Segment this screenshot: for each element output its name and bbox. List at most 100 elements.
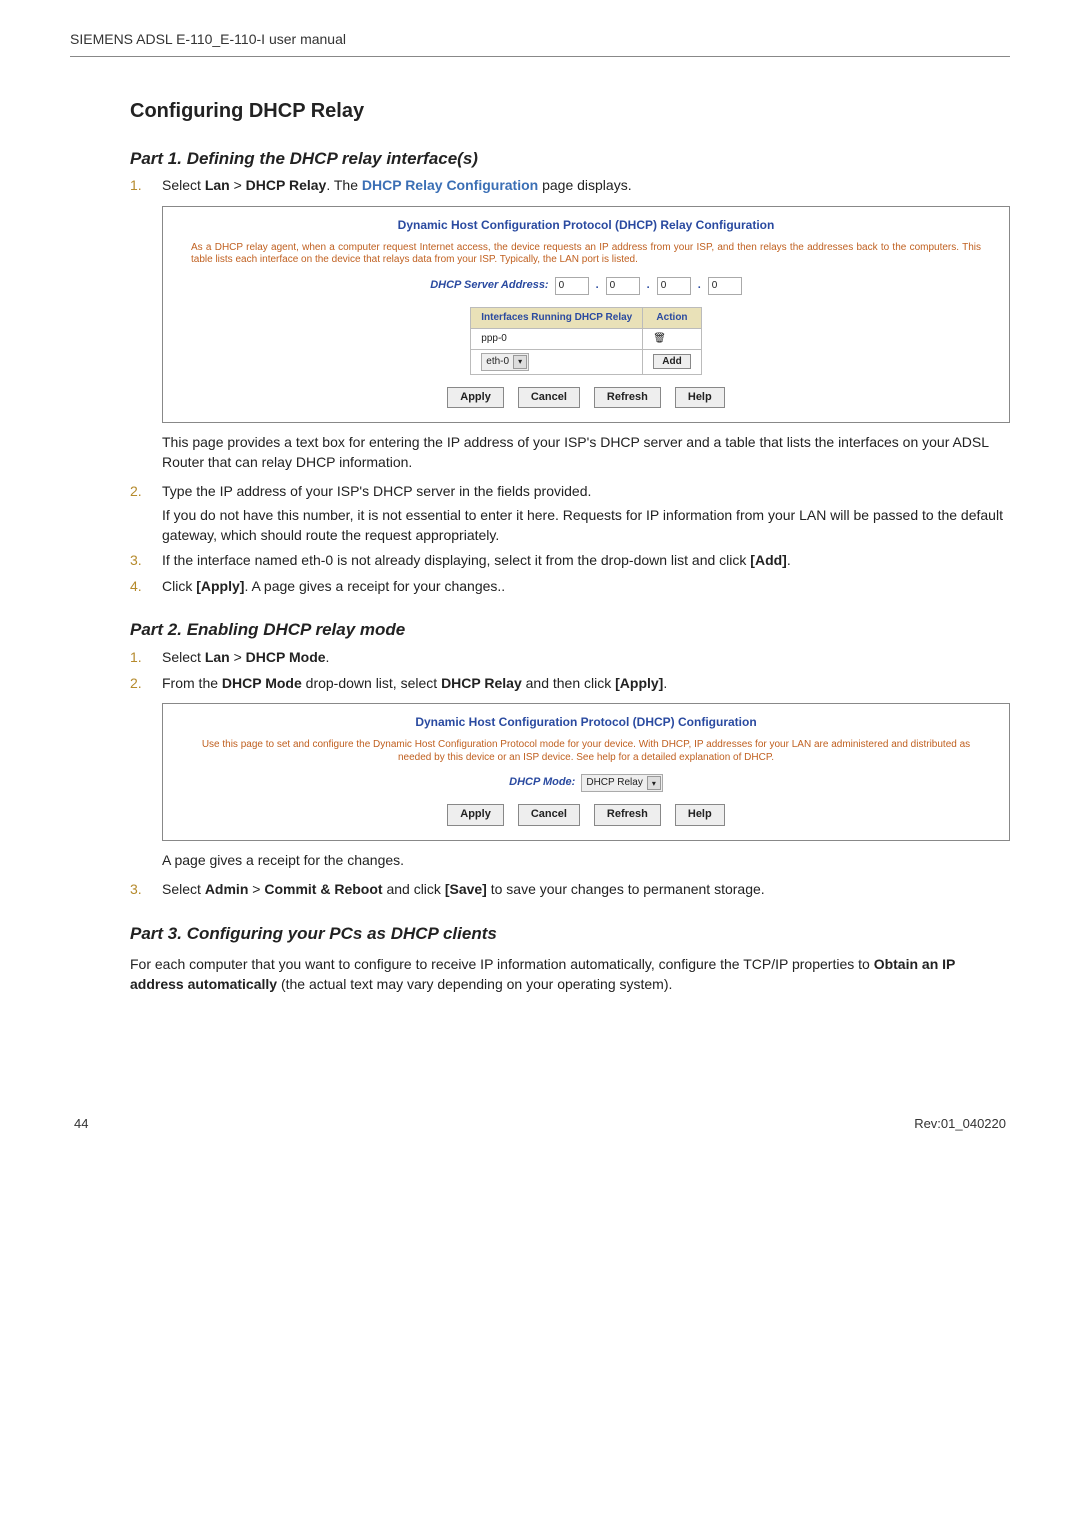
ip-octet-input[interactable]: 0 (606, 277, 640, 295)
apply-button[interactable]: Apply (447, 387, 504, 408)
button-row: Apply Cancel Refresh Help (171, 387, 1001, 408)
action-cell: 🗑 (643, 328, 701, 349)
interface-select[interactable]: eth-0 ▾ (481, 353, 529, 371)
mode-label: DHCP Mode: (509, 775, 575, 790)
p1-step4: 4. Click [Apply]. A page gives a receipt… (130, 577, 1010, 597)
t: Commit & Reboot (264, 881, 382, 897)
dot: . (646, 278, 651, 293)
select-value: eth-0 (486, 355, 509, 369)
button-row: Apply Cancel Refresh Help (171, 804, 1001, 825)
link-text: DHCP Relay Configuration (362, 177, 538, 193)
t: > (248, 881, 264, 897)
t: Type the IP address of your ISP's DHCP s… (162, 483, 591, 499)
ip-octet-input[interactable]: 0 (657, 277, 691, 295)
t: Lan (205, 649, 230, 665)
p2-step3: 3. Select Admin > Commit & Reboot and cl… (130, 880, 1010, 900)
dot: . (595, 278, 600, 293)
p1-after-fig: This page provides a text box for enteri… (162, 433, 1010, 472)
step-number: 1. (130, 648, 162, 668)
p2-step1: 1. Select Lan > DHCP Mode. (130, 648, 1010, 668)
p1-step1: 1. Select Lan > DHCP Relay. The DHCP Rel… (130, 176, 1010, 196)
t: [Add] (750, 552, 787, 568)
fig-title: Dynamic Host Configuration Protocol (DHC… (171, 217, 1001, 234)
step-text: Select Lan > DHCP Relay. The DHCP Relay … (162, 176, 1010, 196)
step-number: 2. (130, 674, 162, 694)
t: (the actual text may vary depending on y… (277, 976, 672, 992)
step-number: 1. (130, 176, 162, 196)
p1-step2: 2. Type the IP address of your ISP's DHC… (130, 482, 1010, 545)
cancel-button[interactable]: Cancel (518, 804, 580, 825)
server-address-label: DHCP Server Address: (430, 278, 548, 293)
table-row: ppp-0 🗑 (471, 328, 701, 349)
t: If the interface named eth-0 is not alre… (162, 552, 750, 568)
step-number: 2. (130, 482, 162, 545)
step-text: Type the IP address of your ISP's DHCP s… (162, 482, 1010, 545)
part3-heading: Part 3. Configuring your PCs as DHCP cli… (130, 922, 1010, 946)
refresh-button[interactable]: Refresh (594, 387, 661, 408)
t: and click (383, 881, 445, 897)
step-text: Select Lan > DHCP Mode. (162, 648, 1010, 668)
page-number: 44 (74, 1115, 88, 1133)
t: drop-down list, select (302, 675, 441, 691)
p2-step2: 2. From the DHCP Mode drop-down list, se… (130, 674, 1010, 694)
server-address-row: DHCP Server Address: 0. 0. 0. 0 (171, 277, 1001, 295)
ip-octet-input[interactable]: 0 (555, 277, 589, 295)
t: Select (162, 881, 205, 897)
t: . The (326, 177, 362, 193)
step-text: From the DHCP Mode drop-down list, selec… (162, 674, 1010, 694)
step-number: 3. (130, 551, 162, 571)
step-text: Click [Apply]. A page gives a receipt fo… (162, 577, 1010, 597)
apply-button[interactable]: Apply (447, 804, 504, 825)
help-button[interactable]: Help (675, 387, 725, 408)
t: > (230, 649, 246, 665)
revision: Rev:01_040220 (914, 1115, 1006, 1133)
t: If you do not have this number, it is no… (162, 506, 1010, 545)
part3-para: For each computer that you want to confi… (130, 955, 1010, 994)
iface-cell: ppp-0 (471, 328, 643, 349)
chevron-down-icon: ▾ (647, 776, 661, 790)
t: [Apply] (196, 578, 244, 594)
t: page displays. (538, 177, 631, 193)
p1-step3: 3. If the interface named eth-0 is not a… (130, 551, 1010, 571)
part2-heading: Part 2. Enabling DHCP relay mode (130, 618, 1010, 642)
th-interfaces: Interfaces Running DHCP Relay (471, 307, 643, 328)
section-title: Configuring DHCP Relay (130, 97, 1010, 125)
help-button[interactable]: Help (675, 804, 725, 825)
step-text: Select Admin > Commit & Reboot and click… (162, 880, 1010, 900)
dhcp-mode-select[interactable]: DHCP Relay ▾ (581, 774, 663, 792)
fig-title: Dynamic Host Configuration Protocol (DHC… (171, 714, 1001, 731)
th-action: Action (643, 307, 701, 328)
dhcp-relay-figure: Dynamic Host Configuration Protocol (DHC… (162, 206, 1010, 423)
t: Click (162, 578, 196, 594)
t: . (787, 552, 791, 568)
chevron-down-icon: ▾ (513, 355, 527, 369)
t: Lan (205, 177, 230, 193)
t: For each computer that you want to confi… (130, 956, 874, 972)
add-button[interactable]: Add (653, 354, 690, 369)
t: [Apply] (615, 675, 663, 691)
mode-row: DHCP Mode: DHCP Relay ▾ (171, 774, 1001, 792)
t: to save your changes to permanent storag… (487, 881, 765, 897)
cancel-button[interactable]: Cancel (518, 387, 580, 408)
t: and then click (522, 675, 615, 691)
fig-desc: As a DHCP relay agent, when a computer r… (191, 242, 981, 267)
refresh-button[interactable]: Refresh (594, 804, 661, 825)
action-cell: Add (643, 349, 701, 374)
t: . A page gives a receipt for your change… (244, 578, 505, 594)
t: . (663, 675, 667, 691)
doc-header: SIEMENS ADSL E-110_E-110-I user manual (70, 30, 1010, 57)
t: Admin (205, 881, 249, 897)
t: DHCP Mode (246, 649, 326, 665)
t: . (326, 649, 330, 665)
p2-after-fig: A page gives a receipt for the changes. (162, 851, 1010, 871)
page-footer: 44 Rev:01_040220 (70, 1115, 1010, 1133)
iface-select-cell: eth-0 ▾ (471, 349, 643, 374)
t: DHCP Mode (222, 675, 302, 691)
select-value: DHCP Relay (586, 776, 643, 790)
trash-icon[interactable]: 🗑 (653, 333, 666, 344)
ip-octet-input[interactable]: 0 (708, 277, 742, 295)
dot: . (697, 278, 702, 293)
step-number: 3. (130, 880, 162, 900)
step-number: 4. (130, 577, 162, 597)
t: From the (162, 675, 222, 691)
